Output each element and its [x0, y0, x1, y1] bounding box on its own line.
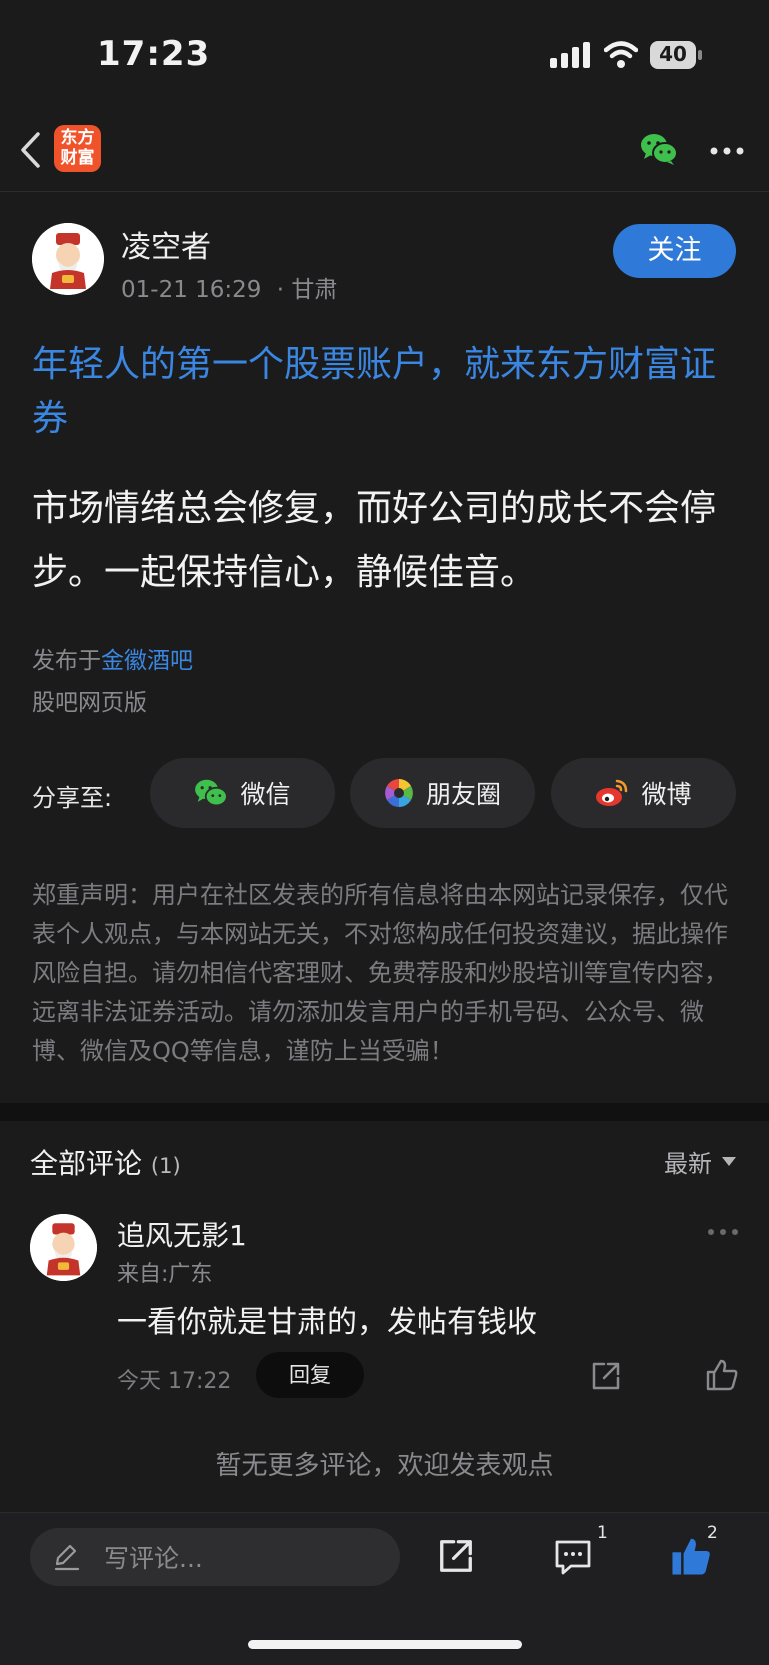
post-meta: 01-21 16:29 · 甘肃	[121, 270, 337, 304]
status-time: 17:23	[97, 34, 211, 74]
back-arrow-icon[interactable]	[18, 130, 44, 170]
comment-time: 今天 17:22	[117, 1369, 232, 1394]
stock-bar-link[interactable]: 金徽酒吧	[101, 648, 193, 674]
more-options-icon[interactable]	[710, 146, 744, 156]
post-datetime: 01-21 16:29	[121, 277, 262, 303]
home-indicator	[248, 1640, 522, 1649]
post-headline-link[interactable]: 年轻人的第一个股票账户，就来东方财富证券	[32, 338, 732, 446]
avatar-illustration-icon	[32, 223, 104, 295]
share-moments-label: 朋友圈	[425, 780, 501, 809]
author-name[interactable]: 凌空者	[121, 222, 211, 266]
post-body: 市场情绪总会修复，而好公司的成长不会停步。一起保持信心，静候佳音。	[32, 488, 717, 593]
sort-label: 最新	[664, 1150, 712, 1178]
sort-dropdown[interactable]: 最新	[664, 1144, 736, 1179]
share-icon[interactable]	[590, 1360, 622, 1392]
share-icon[interactable]	[437, 1537, 475, 1575]
commenter-avatar[interactable]	[30, 1214, 97, 1281]
cellular-signal-icon	[550, 42, 590, 68]
published-prefix: 发布于	[32, 648, 101, 674]
share-label: 分享至:	[32, 784, 113, 812]
post-source: 股吧网页版	[32, 690, 147, 716]
comments-header: 全部评论 (1)	[30, 1142, 181, 1182]
section-divider	[0, 1103, 769, 1121]
share-wechat-label: 微信	[240, 780, 291, 809]
pencil-icon	[54, 1544, 80, 1571]
no-more-comments: 暂无更多评论，欢迎发表观点	[215, 1451, 554, 1481]
like-count-badge: 2	[707, 1523, 718, 1543]
wifi-icon	[604, 41, 638, 68]
comment-count-badge: 1	[597, 1523, 608, 1543]
caret-down-icon	[722, 1157, 736, 1166]
comment-bubble-icon[interactable]	[553, 1537, 593, 1577]
comment-text: 一看你就是甘肃的，发帖有钱收	[117, 1305, 537, 1340]
avatar-illustration-icon	[30, 1214, 97, 1281]
battery-level: 40	[659, 42, 687, 66]
share-weibo-button[interactable]: 微博	[551, 758, 736, 828]
wechat-icon	[195, 779, 229, 807]
share-moments-button[interactable]: 朋友圈	[350, 758, 535, 828]
comment-input[interactable]: 写评论...	[30, 1528, 400, 1586]
commenter-name[interactable]: 追风无影1	[117, 1214, 247, 1254]
battery-indicator: 40	[650, 41, 702, 69]
weibo-icon	[596, 779, 628, 806]
comments-count: (1)	[150, 1154, 181, 1178]
share-weibo-label: 微博	[641, 780, 692, 809]
comment-more-icon[interactable]	[707, 1228, 739, 1236]
post-location: · 甘肃	[276, 277, 338, 303]
wechat-icon[interactable]	[640, 132, 678, 166]
comments-title: 全部评论	[30, 1147, 143, 1180]
share-wechat-button[interactable]: 微信	[150, 758, 335, 828]
comment-input-placeholder: 写评论...	[104, 1544, 203, 1573]
author-avatar[interactable]	[32, 223, 104, 295]
comment-location: 来自:广东	[117, 1262, 213, 1287]
thumbs-up-filled-icon[interactable]	[670, 1535, 712, 1577]
thumbs-up-icon[interactable]	[705, 1358, 739, 1392]
publish-info: 发布于金徽酒吧 股吧网页版	[32, 640, 193, 724]
top-nav-bar: 东方财富	[0, 108, 769, 192]
follow-button[interactable]: 关注	[613, 224, 736, 278]
reply-button[interactable]: 回复	[256, 1352, 364, 1398]
disclaimer-text: 郑重声明：用户在社区发表的所有信息将由本网站记录保存，仅代表个人观点，与本网站无…	[32, 881, 728, 1065]
moments-icon	[385, 779, 413, 807]
eastmoney-logo[interactable]: 东方财富	[54, 125, 101, 172]
